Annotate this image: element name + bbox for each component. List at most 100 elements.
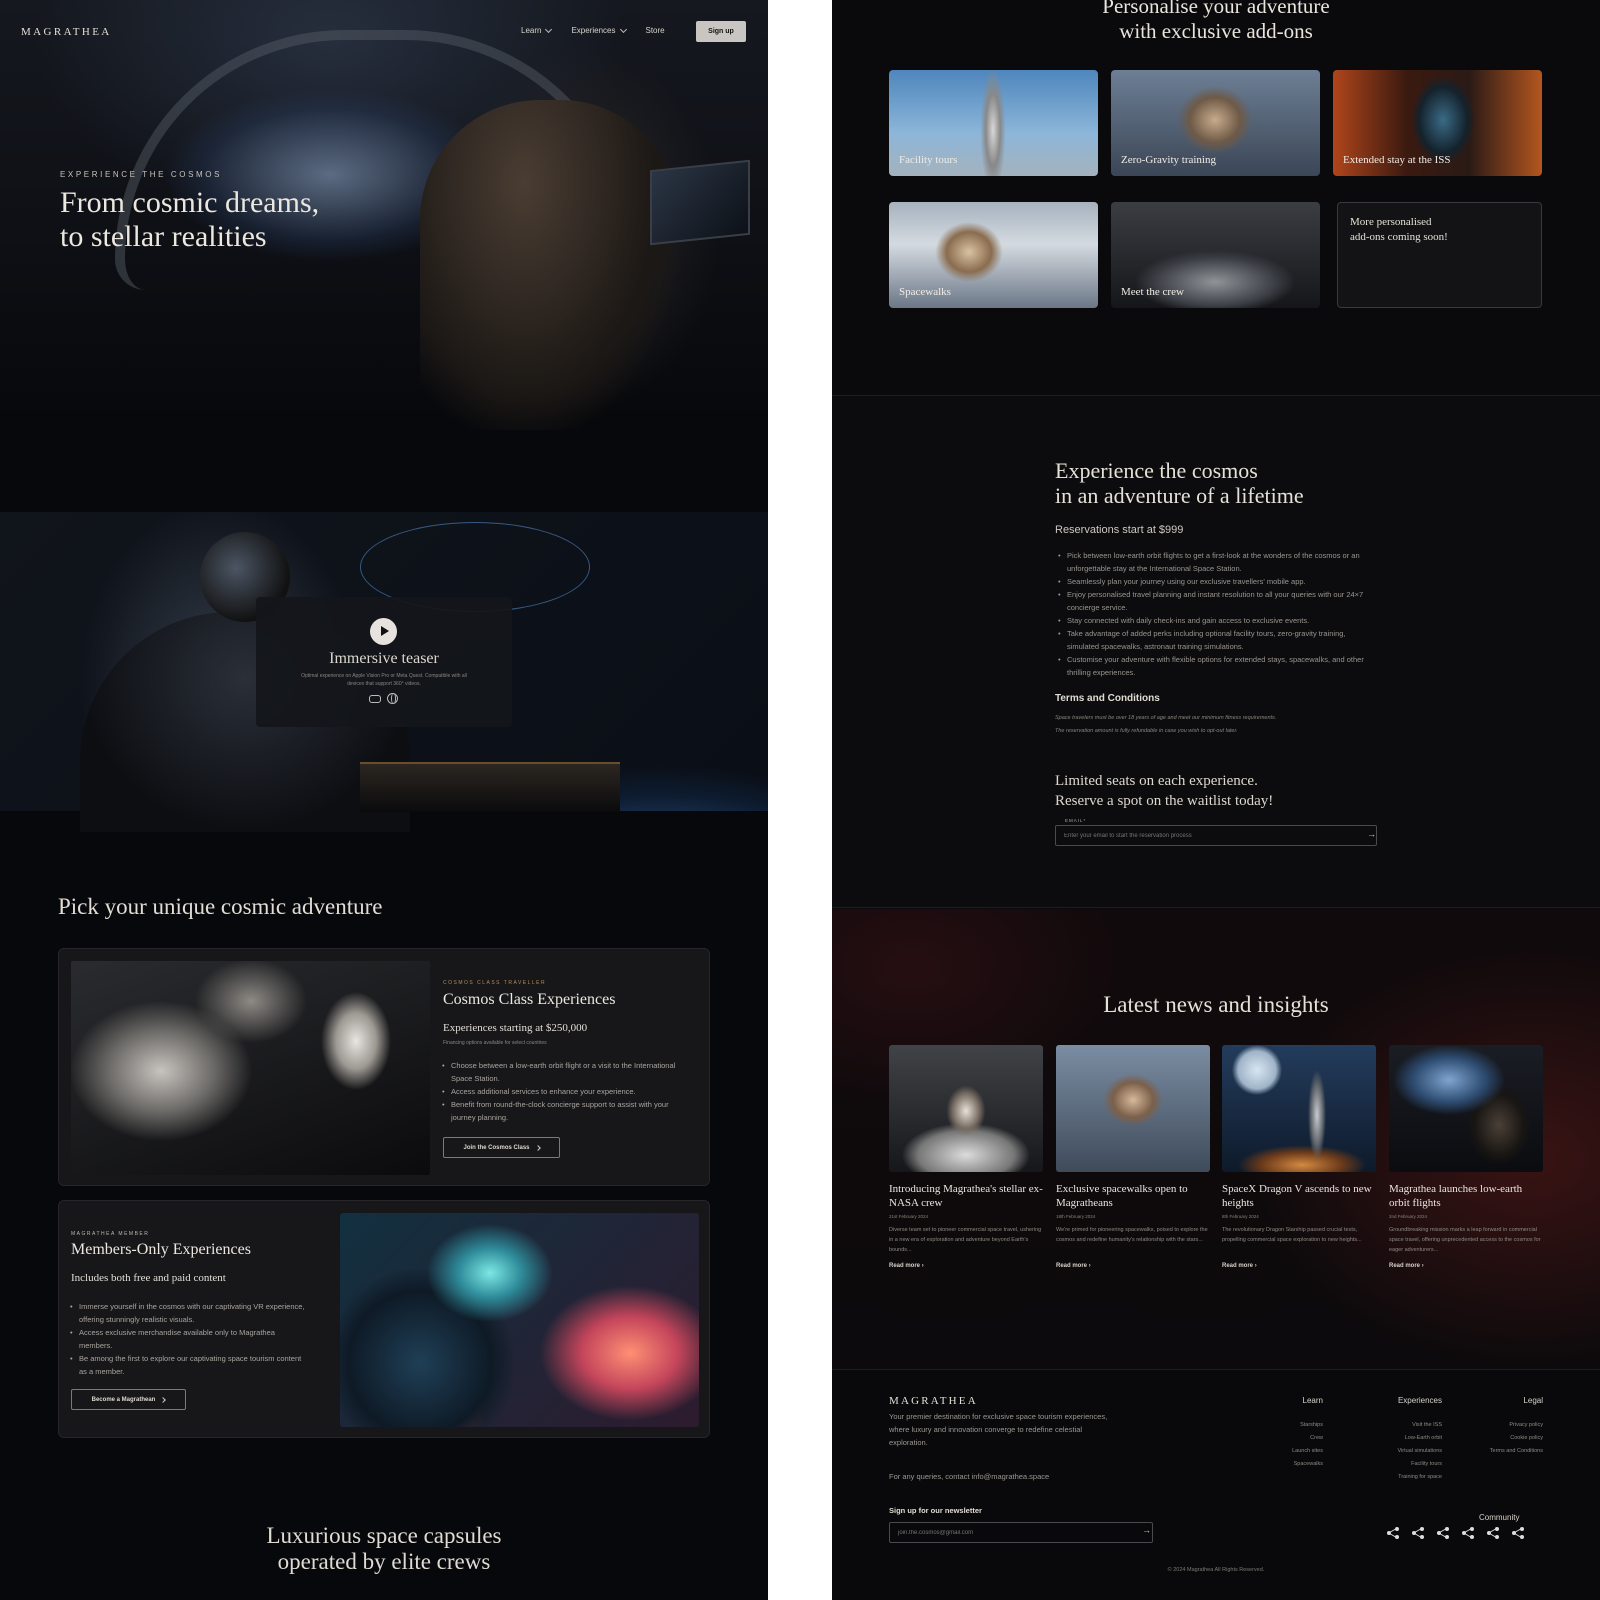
luxury-section-title: Luxurious space capsules operated by eli… — [266, 1523, 502, 1574]
list-item: Choose between a low-earth orbit flight … — [439, 1059, 695, 1085]
news-title: Exclusive spacewalks open to Magratheans — [1056, 1183, 1188, 1209]
footer-link[interactable]: Cookie policy — [1490, 1432, 1543, 1445]
list-item: Seamlessly plan your journey using our e… — [1055, 575, 1377, 588]
cockpit-screen — [650, 159, 750, 246]
footer-contact: For any queries, contact info@magrathea.… — [889, 1472, 1050, 1481]
addon-card[interactable]: Meet the crew — [1111, 202, 1320, 308]
footer-col-title: Experiences — [1397, 1396, 1442, 1405]
share-icon[interactable] — [1412, 1527, 1424, 1539]
newsletter-email-field[interactable] — [889, 1522, 1153, 1543]
share-icon[interactable] — [1462, 1527, 1474, 1539]
addon-label: Spacewalks — [899, 286, 951, 298]
reservation-price: Reservations start at $999 — [1055, 524, 1184, 536]
news-image — [1222, 1045, 1376, 1172]
share-icon[interactable] — [1512, 1527, 1524, 1539]
reservation-section: Experience the cosmos in an adventure of… — [832, 395, 1600, 908]
list-item: Enjoy personalised travel planning and i… — [1055, 588, 1377, 614]
read-more-link[interactable]: Read more › — [1222, 1263, 1376, 1269]
footer-link[interactable]: Starships — [1292, 1419, 1323, 1432]
news-desc: Diverse team set to pioneer commercial s… — [889, 1227, 1042, 1253]
cockpit-dashboard — [360, 762, 620, 812]
reservation-email-field[interactable] — [1055, 825, 1377, 846]
news-card[interactable]: Introducing Magrathea's stellar ex-NASA … — [889, 1045, 1043, 1269]
chevron-down-icon — [619, 25, 627, 33]
list-item: Take advantage of added perks including … — [1055, 627, 1377, 653]
share-icon[interactable] — [1487, 1527, 1499, 1539]
join-cosmos-class-button[interactable]: Join the Cosmos Class — [443, 1137, 560, 1158]
footer-col-title: Legal — [1523, 1396, 1543, 1405]
news-card[interactable]: Magrathea launches low-earth orbit fligh… — [1389, 1045, 1543, 1269]
logo[interactable]: MAGRATHEA — [21, 26, 112, 38]
vr-headset-icon[interactable] — [369, 695, 381, 703]
addon-card[interactable]: Extended stay at the ISS — [1333, 70, 1542, 176]
addon-label: Facility tours — [899, 154, 958, 166]
footer-link[interactable]: Privacy policy — [1490, 1419, 1543, 1432]
astronaut-spacewalk-image — [71, 961, 430, 1175]
coming-soon-label: More personalised add-ons coming soon! — [1350, 216, 1448, 243]
chevron-right-icon — [160, 1396, 167, 1403]
addon-label: Zero-Gravity training — [1121, 154, 1216, 166]
footer-link[interactable]: Terms and Conditions — [1490, 1445, 1543, 1458]
news-date: 8th February 2024 — [1222, 1214, 1259, 1219]
nav-store[interactable]: Store — [646, 26, 665, 35]
addons-title: Personalise your adventure with exclusiv… — [1102, 0, 1330, 43]
footer-logo[interactable]: MAGRATHEA — [889, 1395, 978, 1407]
top-nav: MAGRATHEA Learn Experiences Store Sign u… — [0, 0, 768, 64]
card-bullets: Choose between a low-earth orbit flight … — [439, 1059, 695, 1124]
addon-card[interactable]: Facility tours — [889, 70, 1098, 176]
nav-learn[interactable]: Learn — [521, 25, 553, 35]
footer-link[interactable]: Crew — [1292, 1432, 1323, 1445]
news-desc: Groundbreaking mission marks a leap forw… — [1389, 1227, 1541, 1253]
card-eyebrow: MAGRATHEA MEMBER — [71, 1231, 150, 1237]
chevron-down-icon — [545, 25, 553, 33]
read-more-link[interactable]: Read more › — [1056, 1263, 1210, 1269]
cosmos-class-card: COSMOS CLASS TRAVELLER Cosmos Class Expe… — [58, 948, 710, 1186]
footer-col-learn: Learn Starships Crew Launch sites Spacew… — [1292, 1396, 1323, 1471]
footer-link[interactable]: Training for space — [1397, 1471, 1442, 1484]
card-bullets: Immerse yourself in the cosmos with our … — [67, 1300, 307, 1378]
footer: MAGRATHEA Your premier destination for e… — [832, 1369, 1600, 1600]
news-title: Magrathea launches low-earth orbit fligh… — [1389, 1183, 1523, 1209]
footer-link[interactable]: Low-Earth orbit — [1397, 1432, 1442, 1445]
list-item: Immerse yourself in the cosmos with our … — [67, 1300, 307, 1326]
footer-col-legal: Legal Privacy policy Cookie policy Terms… — [1490, 1396, 1543, 1458]
news-card[interactable]: SpaceX Dragon V ascends to new heights 8… — [1222, 1045, 1376, 1269]
become-magrathean-button[interactable]: Become a Magrathean — [71, 1389, 186, 1410]
footer-link[interactable]: Launch sites — [1292, 1445, 1323, 1458]
chevron-right-icon: › — [1254, 1263, 1257, 1269]
share-icon[interactable] — [1387, 1527, 1399, 1539]
addon-card[interactable]: Spacewalks — [889, 202, 1098, 308]
vr-nebula-image — [340, 1213, 699, 1427]
hero-eyebrow: EXPERIENCE THE COSMOS — [60, 170, 223, 179]
members-only-card: MAGRATHEA MEMBER Members-Only Experience… — [58, 1200, 710, 1438]
terms-title: Terms and Conditions — [1055, 693, 1160, 704]
footer-link[interactable]: Virtual simulations — [1397, 1445, 1442, 1458]
addon-label: Extended stay at the ISS — [1343, 154, 1451, 166]
footer-link[interactable]: Visit the ISS — [1397, 1419, 1442, 1432]
terms-text: Space travelers must be over 18 years of… — [1055, 715, 1277, 734]
news-card[interactable]: Exclusive spacewalks open to Magratheans… — [1056, 1045, 1210, 1269]
card-title: Members-Only Experiences — [71, 1241, 251, 1258]
arrow-right-icon[interactable]: → — [1142, 1525, 1151, 1535]
nav-experiences[interactable]: Experiences — [571, 25, 627, 35]
addon-card[interactable]: Zero-Gravity training — [1111, 70, 1320, 176]
teaser-overlay: Immersive teaser Optimal experience on A… — [256, 597, 512, 727]
email-label: EMAIL* — [1065, 818, 1087, 823]
news-title: Latest news and insights — [1103, 992, 1329, 1017]
chevron-right-icon — [534, 1144, 541, 1151]
coming-soon-card: More personalised add-ons coming soon! — [1337, 202, 1542, 308]
share-icon[interactable] — [1437, 1527, 1449, 1539]
read-more-link[interactable]: Read more › — [1389, 1263, 1543, 1269]
footer-col-title: Learn — [1302, 1396, 1323, 1405]
community-label: Community — [1479, 1513, 1520, 1522]
footer-link[interactable]: Facility tours — [1397, 1458, 1442, 1471]
play-icon[interactable] — [370, 618, 397, 645]
arrow-right-icon[interactable]: → — [1367, 829, 1376, 839]
signup-button[interactable]: Sign up — [696, 21, 746, 42]
reservation-title: Experience the cosmos in an adventure of… — [1055, 458, 1304, 508]
read-more-link[interactable]: Read more › — [889, 1263, 1043, 1269]
footer-link[interactable]: Spacewalks — [1292, 1458, 1323, 1471]
globe-icon[interactable] — [387, 693, 398, 704]
card-title: Cosmos Class Experiences — [443, 991, 616, 1008]
newsletter-label: Sign up for our newsletter — [889, 1506, 982, 1515]
